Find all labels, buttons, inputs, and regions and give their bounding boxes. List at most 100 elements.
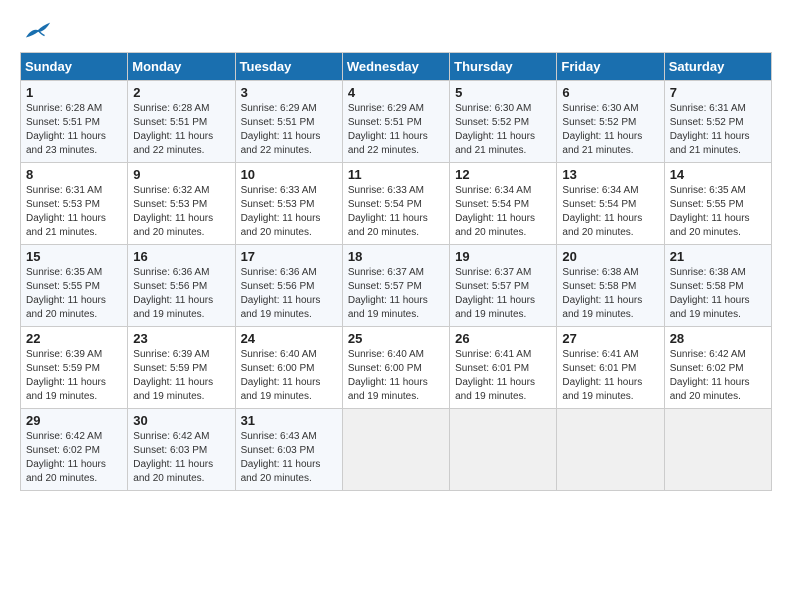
calendar-week-row: 15Sunrise: 6:35 AMSunset: 5:55 PMDayligh… <box>21 245 772 327</box>
day-number: 9 <box>133 167 229 182</box>
day-number: 12 <box>455 167 551 182</box>
day-info: Sunrise: 6:39 AMSunset: 5:59 PMDaylight:… <box>133 348 229 404</box>
day-info: Sunrise: 6:28 AMSunset: 5:51 PMDaylight:… <box>133 102 229 158</box>
day-info: Sunrise: 6:38 AMSunset: 5:58 PMDaylight:… <box>670 266 766 322</box>
calendar-cell: 6Sunrise: 6:30 AMSunset: 5:52 PMDaylight… <box>557 81 664 163</box>
header-saturday: Saturday <box>664 53 771 81</box>
day-info: Sunrise: 6:41 AMSunset: 6:01 PMDaylight:… <box>455 348 551 404</box>
day-number: 11 <box>348 167 444 182</box>
day-info: Sunrise: 6:34 AMSunset: 5:54 PMDaylight:… <box>562 184 658 240</box>
calendar-cell: 1 Sunrise: 6:28 AMSunset: 5:51 PMDaylight… <box>21 81 128 163</box>
day-number: 28 <box>670 331 766 346</box>
calendar-cell: 27 Sunrise: 6:41 AMSunset: 6:01 PMDayligh… <box>557 327 664 409</box>
calendar-week-row: 22 Sunrise: 6:39 AMSunset: 5:59 PMDayligh… <box>21 327 772 409</box>
day-number: 20 <box>562 249 658 264</box>
calendar-cell: 31 Sunrise: 6:43 AMSunset: 6:03 PMDayligh… <box>235 409 342 491</box>
calendar-cell: 10Sunrise: 6:33 AMSunset: 5:53 PMDayligh… <box>235 163 342 245</box>
day-info: Sunrise: 6:32 AMSunset: 5:53 PMDaylight:… <box>133 184 229 240</box>
header-tuesday: Tuesday <box>235 53 342 81</box>
day-number: 5 <box>455 85 551 100</box>
calendar-cell: 29Sunrise: 6:42 AMSunset: 6:02 PMDayligh… <box>21 409 128 491</box>
day-info: Sunrise: 6:40 AMSunset: 6:00 PMDaylight:… <box>241 348 337 404</box>
day-info: Sunrise: 6:31 AMSunset: 5:53 PMDaylight:… <box>26 184 122 240</box>
day-number: 22 <box>26 331 122 346</box>
day-number: 10 <box>241 167 337 182</box>
calendar-cell: 7 Sunrise: 6:31 AMSunset: 5:52 PMDaylight… <box>664 81 771 163</box>
day-info: Sunrise: 6:28 AMSunset: 5:51 PMDaylight:… <box>26 102 122 158</box>
calendar-header-row: SundayMondayTuesdayWednesdayThursdayFrid… <box>21 53 772 81</box>
day-info: Sunrise: 6:43 AMSunset: 6:03 PMDaylight:… <box>241 430 337 486</box>
calendar-cell <box>342 409 449 491</box>
day-number: 25 <box>348 331 444 346</box>
day-number: 3 <box>241 85 337 100</box>
header-thursday: Thursday <box>450 53 557 81</box>
calendar-cell: 21 Sunrise: 6:38 AMSunset: 5:58 PMDayligh… <box>664 245 771 327</box>
calendar-cell: 4Sunrise: 6:29 AMSunset: 5:51 PMDaylight… <box>342 81 449 163</box>
calendar-cell: 16 Sunrise: 6:36 AMSunset: 5:56 PMDayligh… <box>128 245 235 327</box>
calendar-cell: 20 Sunrise: 6:38 AMSunset: 5:58 PMDayligh… <box>557 245 664 327</box>
day-number: 16 <box>133 249 229 264</box>
day-info: Sunrise: 6:36 AMSunset: 5:56 PMDaylight:… <box>133 266 229 322</box>
calendar-cell: 14Sunrise: 6:35 AMSunset: 5:55 PMDayligh… <box>664 163 771 245</box>
header-sunday: Sunday <box>21 53 128 81</box>
calendar-cell <box>450 409 557 491</box>
day-number: 15 <box>26 249 122 264</box>
calendar-cell: 28 Sunrise: 6:42 AMSunset: 6:02 PMDayligh… <box>664 327 771 409</box>
calendar-cell: 15Sunrise: 6:35 AMSunset: 5:55 PMDayligh… <box>21 245 128 327</box>
day-number: 13 <box>562 167 658 182</box>
calendar-cell: 17Sunrise: 6:36 AMSunset: 5:56 PMDayligh… <box>235 245 342 327</box>
header-wednesday: Wednesday <box>342 53 449 81</box>
day-number: 4 <box>348 85 444 100</box>
calendar-cell: 5 Sunrise: 6:30 AMSunset: 5:52 PMDaylight… <box>450 81 557 163</box>
day-info: Sunrise: 6:30 AMSunset: 5:52 PMDaylight:… <box>455 102 551 158</box>
calendar-cell: 30Sunrise: 6:42 AMSunset: 6:03 PMDayligh… <box>128 409 235 491</box>
calendar-cell: 22 Sunrise: 6:39 AMSunset: 5:59 PMDayligh… <box>21 327 128 409</box>
day-info: Sunrise: 6:42 AMSunset: 6:02 PMDaylight:… <box>670 348 766 404</box>
logo <box>20 20 52 42</box>
calendar-cell: 18Sunrise: 6:37 AMSunset: 5:57 PMDayligh… <box>342 245 449 327</box>
day-info: Sunrise: 6:41 AMSunset: 6:01 PMDaylight:… <box>562 348 658 404</box>
day-info: Sunrise: 6:37 AMSunset: 5:57 PMDaylight:… <box>348 266 444 322</box>
day-number: 2 <box>133 85 229 100</box>
calendar-cell: 23Sunrise: 6:39 AMSunset: 5:59 PMDayligh… <box>128 327 235 409</box>
day-number: 6 <box>562 85 658 100</box>
calendar-cell: 26 Sunrise: 6:41 AMSunset: 6:01 PMDayligh… <box>450 327 557 409</box>
day-info: Sunrise: 6:29 AMSunset: 5:51 PMDaylight:… <box>241 102 337 158</box>
day-info: Sunrise: 6:40 AMSunset: 6:00 PMDaylight:… <box>348 348 444 404</box>
calendar-week-row: 29Sunrise: 6:42 AMSunset: 6:02 PMDayligh… <box>21 409 772 491</box>
day-number: 8 <box>26 167 122 182</box>
day-number: 1 <box>26 85 122 100</box>
calendar-cell: 2 Sunrise: 6:28 AMSunset: 5:51 PMDaylight… <box>128 81 235 163</box>
day-number: 27 <box>562 331 658 346</box>
day-number: 14 <box>670 167 766 182</box>
calendar-week-row: 8 Sunrise: 6:31 AMSunset: 5:53 PMDaylight… <box>21 163 772 245</box>
calendar-cell: 8 Sunrise: 6:31 AMSunset: 5:53 PMDaylight… <box>21 163 128 245</box>
calendar-table: SundayMondayTuesdayWednesdayThursdayFrid… <box>20 52 772 491</box>
day-number: 26 <box>455 331 551 346</box>
header-monday: Monday <box>128 53 235 81</box>
day-number: 31 <box>241 413 337 428</box>
calendar-week-row: 1 Sunrise: 6:28 AMSunset: 5:51 PMDaylight… <box>21 81 772 163</box>
day-number: 24 <box>241 331 337 346</box>
day-info: Sunrise: 6:36 AMSunset: 5:56 PMDaylight:… <box>241 266 337 322</box>
day-number: 21 <box>670 249 766 264</box>
calendar-cell: 19 Sunrise: 6:37 AMSunset: 5:57 PMDayligh… <box>450 245 557 327</box>
page-header <box>20 20 772 42</box>
calendar-cell: 12Sunrise: 6:34 AMSunset: 5:54 PMDayligh… <box>450 163 557 245</box>
day-number: 30 <box>133 413 229 428</box>
header-friday: Friday <box>557 53 664 81</box>
day-number: 19 <box>455 249 551 264</box>
calendar-cell: 24 Sunrise: 6:40 AMSunset: 6:00 PMDayligh… <box>235 327 342 409</box>
day-info: Sunrise: 6:37 AMSunset: 5:57 PMDaylight:… <box>455 266 551 322</box>
day-info: Sunrise: 6:31 AMSunset: 5:52 PMDaylight:… <box>670 102 766 158</box>
calendar-cell: 9 Sunrise: 6:32 AMSunset: 5:53 PMDaylight… <box>128 163 235 245</box>
calendar-cell: 13 Sunrise: 6:34 AMSunset: 5:54 PMDayligh… <box>557 163 664 245</box>
day-number: 29 <box>26 413 122 428</box>
day-number: 7 <box>670 85 766 100</box>
day-info: Sunrise: 6:39 AMSunset: 5:59 PMDaylight:… <box>26 348 122 404</box>
calendar-cell: 25 Sunrise: 6:40 AMSunset: 6:00 PMDayligh… <box>342 327 449 409</box>
logo-bird-icon <box>24 20 52 42</box>
day-info: Sunrise: 6:38 AMSunset: 5:58 PMDaylight:… <box>562 266 658 322</box>
calendar-cell <box>557 409 664 491</box>
calendar-cell: 3 Sunrise: 6:29 AMSunset: 5:51 PMDaylight… <box>235 81 342 163</box>
